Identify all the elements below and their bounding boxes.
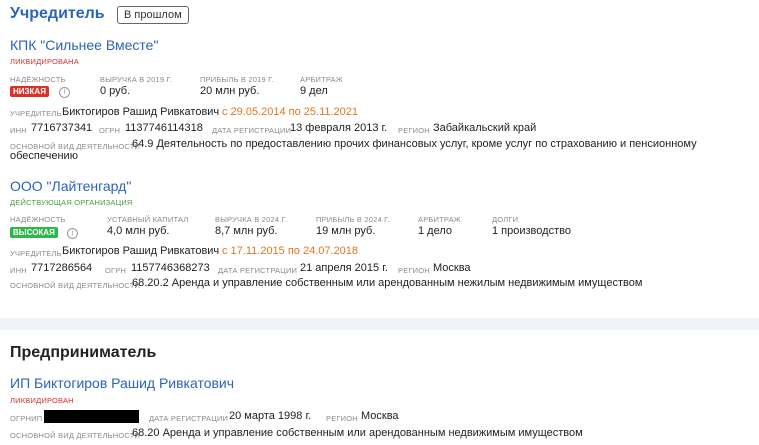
- reliability-badge-low: Низкая: [10, 86, 49, 97]
- metric-label: Уставный капитал: [107, 215, 189, 224]
- entrepreneur-card: Предприниматель ИП Биктогиров Рашид Ривк…: [0, 330, 759, 445]
- region-label: Регион: [326, 414, 358, 423]
- founder-label: Учредитель: [10, 109, 62, 118]
- inn-value: 7716737341: [31, 122, 93, 134]
- ogrnip-redacted: [44, 410, 139, 423]
- metric-label: Арбитраж: [418, 215, 461, 224]
- metric-label: Долги: [492, 215, 519, 224]
- metric-value: 4,0 млн руб.: [107, 225, 170, 237]
- region-value: Москва: [361, 410, 399, 422]
- activity-value: 64.9 Деятельность по предоставлению проч…: [132, 138, 697, 150]
- metric-label: Прибыль в 2024 г.: [316, 215, 390, 224]
- inn-label: ИНН: [10, 266, 27, 275]
- metric-value: 1 дело: [418, 225, 453, 237]
- ogrn-label: ОГРН: [105, 266, 127, 275]
- inn-label: ИНН: [10, 126, 27, 135]
- metric-value: 0 руб.: [100, 85, 131, 97]
- metric-label: Выручка в 2019 г.: [100, 75, 173, 84]
- metric-value: 8,7 млн руб.: [215, 225, 278, 237]
- activity-label: Основной вид деятельности: [10, 431, 141, 440]
- region-label: Регион: [398, 126, 430, 135]
- reg-date-label: Дата регистрации: [149, 414, 229, 423]
- founder-name: Биктогиров Рашид Ривкатович: [62, 245, 220, 257]
- founder-name: Биктогиров Рашид Ривкатович: [62, 106, 220, 118]
- past-filter-button[interactable]: В прошлом: [117, 6, 189, 24]
- company-status-1: Ликвидирована: [10, 57, 79, 66]
- metric-label: Выручка в 2024 г.: [215, 215, 288, 224]
- reliability-badge-high: Высокая: [10, 227, 58, 238]
- founder-label: Учредитель: [10, 249, 62, 258]
- info-icon[interactable]: i: [59, 87, 70, 98]
- info-icon[interactable]: i: [67, 228, 78, 239]
- ogrn-label: ОГРН: [99, 126, 121, 135]
- ogrn-value: 1157746368273: [131, 262, 210, 274]
- entrepreneur-link[interactable]: ИП Биктогиров Рашид Ривкатович: [10, 375, 234, 391]
- entrepreneur-section-title: Предприниматель: [10, 344, 157, 361]
- reg-date-label: Дата регистрации: [218, 266, 298, 275]
- activity-value-cont: обеспечению: [10, 150, 78, 162]
- founder-period: с 17.11.2015 по 24.07.2018: [222, 245, 359, 257]
- reliability-label: Надёжность: [10, 75, 66, 84]
- metric-label: Арбитраж: [300, 75, 343, 84]
- reg-date-value: 21 апреля 2015 г.: [300, 262, 388, 274]
- ogrn-value: 1137746114318: [125, 122, 203, 134]
- metric-value: 19 млн руб.: [316, 225, 376, 237]
- region-label: Регион: [398, 266, 430, 275]
- entrepreneur-status: Ликвидирован: [10, 396, 74, 405]
- reg-date-value: 13 февраля 2013 г.: [290, 122, 388, 134]
- region-value: Забайкальский край: [433, 122, 537, 134]
- activity-value: 68.20 Аренда и управление собственным ил…: [132, 427, 583, 439]
- activity-label: Основной вид деятельности: [10, 281, 141, 290]
- metric-value: 9 дел: [300, 85, 328, 97]
- company-status-2: Действующая организация: [10, 198, 133, 207]
- metric-label: Прибыль в 2019 г.: [200, 75, 274, 84]
- founder-period: с 29.05.2014 по 25.11.2021: [222, 106, 359, 118]
- company-link-2[interactable]: ООО "Лайтенгард": [10, 178, 131, 194]
- company-link-1[interactable]: КПК "Сильнее Вместе": [10, 37, 158, 53]
- reliability-label: Надёжность: [10, 215, 66, 224]
- reg-date-value: 20 марта 1998 г.: [229, 410, 312, 422]
- metric-value: 1 производство: [492, 225, 571, 237]
- founder-section-title: Учредитель: [10, 5, 105, 22]
- ogrnip-label: ОГРНИП: [10, 414, 43, 423]
- founder-card: Учредитель В прошлом КПК "Сильнее Вместе…: [0, 0, 759, 318]
- metric-value: 20 млн руб.: [200, 85, 260, 97]
- activity-value: 68.20.2 Аренда и управление собственным …: [132, 277, 643, 289]
- region-value: Москва: [433, 262, 471, 274]
- reg-date-label: Дата регистрации: [212, 126, 292, 135]
- inn-value: 7717286564: [31, 262, 93, 274]
